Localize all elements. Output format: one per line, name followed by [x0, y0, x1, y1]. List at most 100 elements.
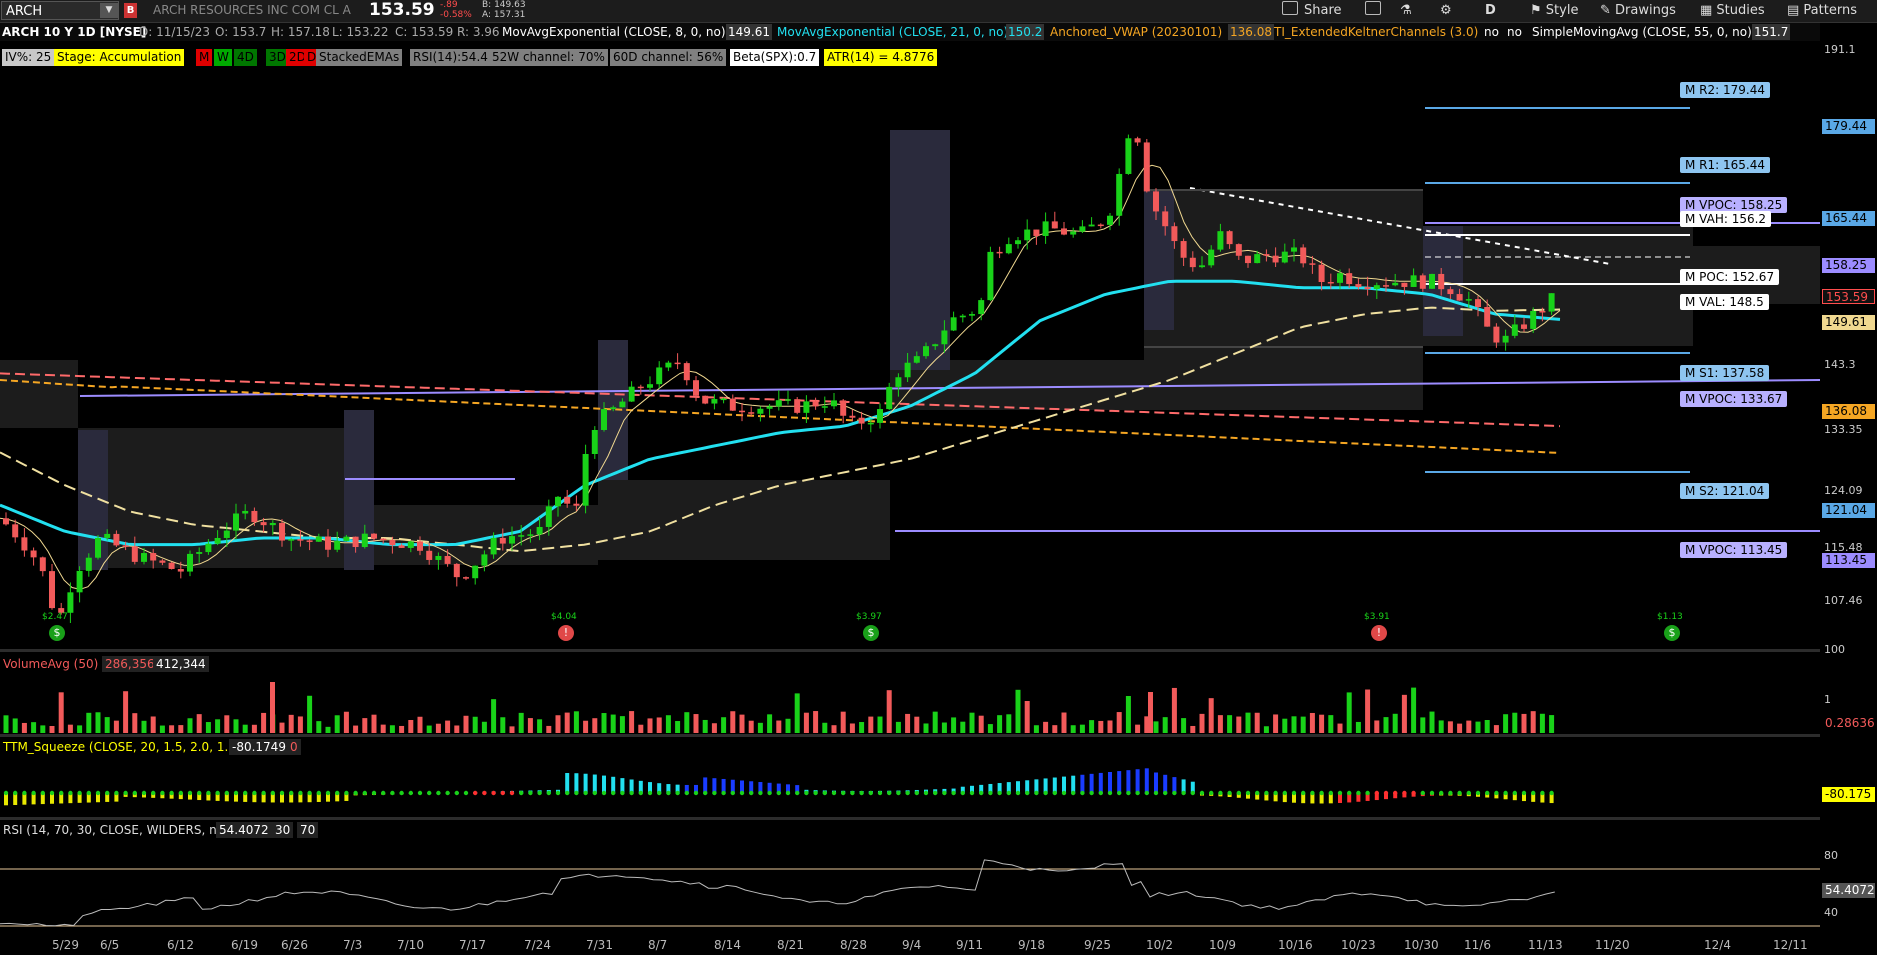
price-axis-label: 165.44: [1822, 211, 1875, 226]
volume-bar: [371, 714, 377, 733]
candle-body: [1410, 275, 1417, 287]
candle-body: [536, 526, 543, 535]
volume-bar: [1374, 720, 1380, 733]
ttm-squeeze-dot: [261, 790, 266, 796]
ttm-squeeze-dot: [574, 790, 579, 796]
ttm-squeeze-dot: [933, 790, 938, 796]
alert-icon[interactable]: !: [1371, 625, 1387, 641]
volume-bar: [1411, 687, 1417, 733]
ttm-squeeze-dot: [151, 790, 156, 796]
candle-body: [306, 540, 313, 542]
ttm-bar: [1089, 773, 1094, 794]
pane-separator[interactable]: [0, 734, 1820, 737]
volume-bar: [1549, 715, 1555, 733]
volume-bar: [334, 715, 340, 733]
volume-bar: [288, 714, 294, 733]
candle-body: [1180, 241, 1187, 258]
volume-bar: [997, 715, 1003, 733]
volume-bar: [113, 720, 119, 733]
ttm-squeeze-dot: [1420, 790, 1426, 796]
candle-body: [831, 400, 837, 407]
volume-bar: [233, 719, 239, 733]
ttm-squeeze-dot: [647, 790, 653, 796]
volume-bar: [1512, 712, 1518, 733]
date-axis-label: 7/31: [586, 938, 613, 952]
pane-separator[interactable]: [0, 649, 1820, 652]
date-axis-label: 9/18: [1018, 938, 1045, 952]
candle-body: [205, 543, 212, 553]
ttm-squeeze-dot: [1439, 790, 1444, 796]
candle-body: [499, 537, 506, 544]
pane-separator[interactable]: [0, 817, 1820, 820]
candle-body: [1346, 273, 1353, 285]
ttm-squeeze-dot: [887, 790, 892, 796]
volume-bar: [573, 711, 579, 733]
date-axis-label: 6/26: [281, 938, 308, 952]
dollar-icon[interactable]: $: [49, 625, 65, 641]
alert-icon[interactable]: !: [558, 625, 574, 641]
ttm-squeeze-dot: [1061, 790, 1067, 796]
ttm-squeeze-dot: [105, 790, 110, 796]
dollar-icon[interactable]: $: [1664, 625, 1680, 641]
candle-body: [1254, 254, 1261, 264]
volume-bar: [1079, 724, 1085, 733]
ttm-squeeze-dot: [841, 790, 846, 796]
candle-body: [702, 395, 709, 404]
candle-body: [325, 536, 331, 550]
volume-bar: [960, 721, 966, 733]
candle-body: [315, 536, 322, 542]
ttm-squeeze-dot: [923, 790, 929, 796]
ttm-squeeze-dot: [1365, 790, 1370, 796]
volume-bar: [1328, 715, 1334, 733]
ttm-study-label[interactable]: TTM_Squeeze (CLOSE, 20, 1.5, 2.0, 1.0): [0, 739, 244, 755]
ttm-squeeze-dot: [114, 790, 119, 796]
candle-body: [177, 568, 184, 572]
candle-body: [1539, 310, 1546, 313]
candle-body: [95, 537, 101, 558]
volume-profile-boxes: [0, 130, 1820, 570]
ttm-squeeze-dot: [960, 790, 965, 796]
ttm-squeeze-dot: [942, 790, 947, 796]
volume-bar: [583, 720, 589, 733]
candle-body: [527, 534, 534, 536]
price-chart[interactable]: [0, 0, 1877, 955]
candle-body: [1548, 293, 1555, 312]
date-axis-label: 8/14: [714, 938, 741, 952]
volume-bar: [555, 715, 561, 733]
volume-bar: [1107, 720, 1113, 733]
ttm-squeeze-dot: [666, 790, 671, 796]
candle-body: [1484, 307, 1491, 327]
volume-bar: [1530, 711, 1536, 733]
volume-bar: [408, 720, 414, 733]
date-axis-label: 9/4: [902, 938, 922, 952]
ttm-squeeze-dot: [1347, 790, 1352, 796]
volume-bar: [1383, 717, 1389, 733]
candle-body: [950, 317, 957, 331]
ttm-bar: [1154, 772, 1158, 794]
date-axis-label: 11/13: [1528, 938, 1563, 952]
volume-bar: [941, 722, 947, 733]
candle-body: [444, 555, 451, 564]
rsi-study-label[interactable]: RSI (14, 70, 30, CLOSE, WILDERS, no): [0, 822, 232, 838]
volume-study-label[interactable]: VolumeAvg (50): [0, 656, 101, 672]
candle-body: [426, 550, 433, 560]
candle-body: [1392, 282, 1399, 286]
candle-body: [665, 362, 672, 368]
volume-bar: [417, 716, 423, 733]
ttm-squeeze-dot: [749, 790, 754, 796]
ttm-squeeze-dot: [804, 790, 809, 796]
ttm-squeeze-dot: [951, 790, 956, 796]
ttm-squeeze-dot: [289, 790, 294, 796]
candle-body: [1061, 228, 1067, 235]
ttm-squeeze-dot: [427, 790, 432, 796]
candle-body: [1199, 265, 1205, 268]
date-axis-label: 9/11: [956, 938, 983, 952]
ttm-squeeze-dot: [49, 790, 55, 796]
candle-body: [1364, 287, 1371, 290]
ttm-squeeze-dot: [1117, 790, 1122, 796]
ttm-squeeze-dot: [1475, 790, 1481, 796]
ttm-squeeze-dot: [1218, 790, 1223, 796]
candle-body: [509, 536, 515, 544]
dollar-icon[interactable]: $: [863, 625, 879, 641]
candle-body: [573, 503, 580, 506]
